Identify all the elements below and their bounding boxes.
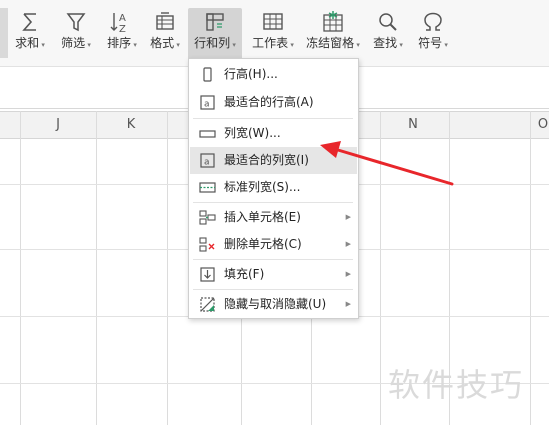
- watermark-text: 软件技巧: [388, 366, 525, 404]
